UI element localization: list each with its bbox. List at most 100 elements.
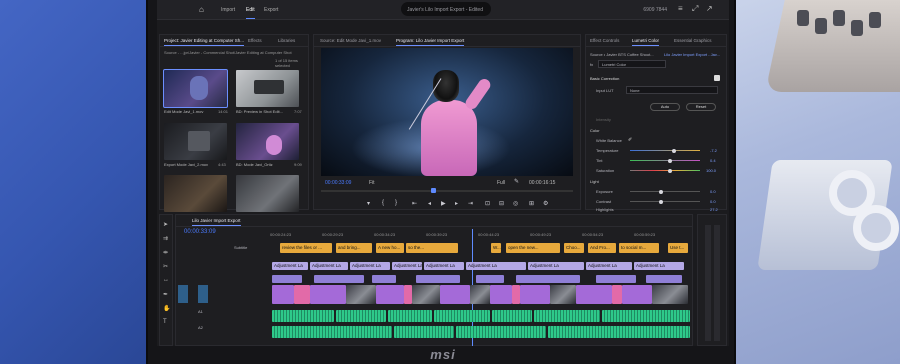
temperature-slider[interactable]	[630, 148, 700, 153]
caption-clip[interactable]: A new ho...	[376, 243, 404, 253]
v1-clip[interactable]	[576, 285, 612, 304]
section-color[interactable]: Color	[590, 128, 600, 133]
source-patch-v1[interactable]	[178, 285, 188, 303]
track-select-icon[interactable]: ⇉	[163, 235, 168, 242]
fit-dropdown[interactable]: Fit	[369, 180, 375, 186]
play-icon[interactable]: ▶	[441, 200, 446, 207]
v2-clip[interactable]	[516, 275, 580, 283]
hand-icon[interactable]: ✋	[163, 305, 170, 312]
input-lut-select[interactable]: None	[626, 86, 718, 94]
reset-button[interactable]: Reset	[686, 103, 716, 111]
workspaces-icon[interactable]: ≡	[678, 4, 687, 13]
mark-in-icon[interactable]: {	[382, 200, 384, 206]
audio-clip[interactable]	[394, 326, 454, 338]
tab-effect-controls[interactable]: Effect Controls	[590, 38, 619, 43]
tab-sequence[interactable]: Lilo Javier Import Export	[192, 218, 241, 226]
v1-clip[interactable]	[294, 285, 310, 304]
v1-clip[interactable]	[490, 285, 512, 304]
type-icon[interactable]: T	[163, 319, 167, 325]
timeline-timecode[interactable]: 00:00:33:09	[184, 229, 216, 235]
exposure-value[interactable]: 0.0	[710, 189, 716, 194]
audio-clip[interactable]	[336, 310, 386, 322]
tab-project[interactable]: Project: Javier Editing at Computer Sh..…	[164, 38, 245, 46]
fullscreen-icon[interactable]: ⤢	[692, 4, 701, 13]
adjustment-layer-clip[interactable]: Adjustment La	[466, 262, 526, 270]
v1-clip[interactable]	[612, 285, 622, 304]
slider-knob[interactable]	[668, 168, 672, 173]
ripple-edit-icon[interactable]: ⇹	[163, 249, 168, 256]
clip-thumbnail[interactable]	[164, 123, 227, 160]
tab-libraries[interactable]: Libraries	[278, 38, 295, 43]
v1-clip[interactable]	[272, 285, 294, 304]
v1-clip[interactable]	[470, 285, 490, 304]
tab-program[interactable]: Program: Lilo Javier Import Export	[396, 38, 465, 46]
tab-export[interactable]: Export	[264, 7, 278, 13]
v1-clip[interactable]	[440, 285, 470, 304]
extract-icon[interactable]: ⊟	[499, 200, 504, 207]
slip-icon[interactable]: ↔	[163, 277, 169, 283]
caption-clip[interactable]: and bring...	[336, 243, 372, 253]
caption-clip[interactable]: W...	[491, 243, 501, 253]
section-light[interactable]: Light	[590, 179, 599, 184]
v1-clip[interactable]	[310, 285, 346, 304]
track-target-v1[interactable]	[198, 285, 208, 303]
clip-thumbnail[interactable]	[163, 69, 228, 108]
slider-knob[interactable]	[659, 189, 663, 194]
program-timecode[interactable]: 00:00:33:09	[325, 180, 351, 186]
adjustment-layer-clip[interactable]: Adjustment La	[528, 262, 584, 270]
audio-clip[interactable]	[492, 310, 532, 322]
tab-edit[interactable]: Edit	[246, 7, 255, 19]
v1-clip[interactable]	[404, 285, 412, 304]
v1-clip[interactable]	[412, 285, 440, 304]
step-back-icon[interactable]: ◂	[428, 200, 431, 207]
adjustment-layer-clip[interactable]: Adjustment La	[586, 262, 632, 270]
v2-clip[interactable]	[372, 275, 396, 283]
caption-clip[interactable]: so the...	[406, 243, 458, 253]
exposure-slider[interactable]	[630, 189, 700, 194]
slider-knob[interactable]	[668, 158, 672, 163]
v2-clip[interactable]	[272, 275, 302, 283]
adjustment-layer-clip[interactable]: Adjustment La	[310, 262, 348, 270]
tab-effects[interactable]: Effects	[248, 38, 262, 43]
tab-source[interactable]: Source: Edit Mode Javi_1.mov	[320, 38, 381, 43]
playhead-scrubber[interactable]	[321, 188, 573, 193]
adjustment-layer-clip[interactable]: Adjustment La	[350, 262, 390, 270]
clip-thumbnail[interactable]	[164, 175, 227, 212]
clip-thumbnail[interactable]	[236, 70, 299, 107]
contrast-slider[interactable]	[630, 199, 700, 204]
saturation-slider[interactable]	[630, 168, 700, 173]
v1-clip[interactable]	[376, 285, 404, 304]
contrast-value[interactable]: 0.0	[710, 199, 716, 204]
slider-knob[interactable]	[659, 199, 663, 204]
saturation-value[interactable]: 100.0	[706, 168, 716, 173]
go-to-out-icon[interactable]: ⇥	[468, 200, 473, 207]
v1-clip[interactable]	[346, 285, 376, 304]
caption-clip[interactable]: to social m...	[619, 243, 659, 253]
adjustment-layer-clip[interactable]: Adjustment La	[272, 262, 308, 270]
time-ruler[interactable]: 00:00:24:23 00:00:29:23 00:00:34:23 00:00:3…	[270, 232, 690, 240]
lift-icon[interactable]: ⊡	[485, 200, 490, 207]
caption-clip[interactable]: And Fro...	[588, 243, 616, 253]
mark-out-icon[interactable]: }	[395, 200, 397, 206]
audio-clip[interactable]	[272, 310, 334, 322]
slider-knob[interactable]	[672, 148, 676, 153]
razor-icon[interactable]: ✂	[163, 263, 168, 270]
adjustment-layer-clip[interactable]: Adjustment La	[424, 262, 464, 270]
auto-button[interactable]: Auto	[650, 103, 680, 111]
v1-clip[interactable]	[550, 285, 576, 304]
v1-clip[interactable]	[622, 285, 652, 304]
v2-clip[interactable]	[596, 275, 636, 283]
pen-icon[interactable]: ✒	[163, 291, 168, 298]
tint-slider[interactable]	[630, 158, 700, 163]
audio-clip[interactable]	[456, 326, 546, 338]
audio-clip[interactable]	[434, 310, 490, 322]
sequence-clip-label[interactable]: Lilo Javier Import Export - Jav...	[664, 52, 720, 57]
comparison-view-icon[interactable]: ⊞	[529, 200, 534, 207]
v1-clip[interactable]	[512, 285, 520, 304]
v1-clip[interactable]	[520, 285, 550, 304]
v2-clip[interactable]	[476, 275, 504, 283]
settings-icon[interactable]: ⚙	[543, 200, 548, 207]
audio-clip[interactable]	[602, 310, 690, 322]
section-basic-correction[interactable]: Basic Correction	[590, 76, 619, 81]
v2-clip[interactable]	[314, 275, 364, 283]
